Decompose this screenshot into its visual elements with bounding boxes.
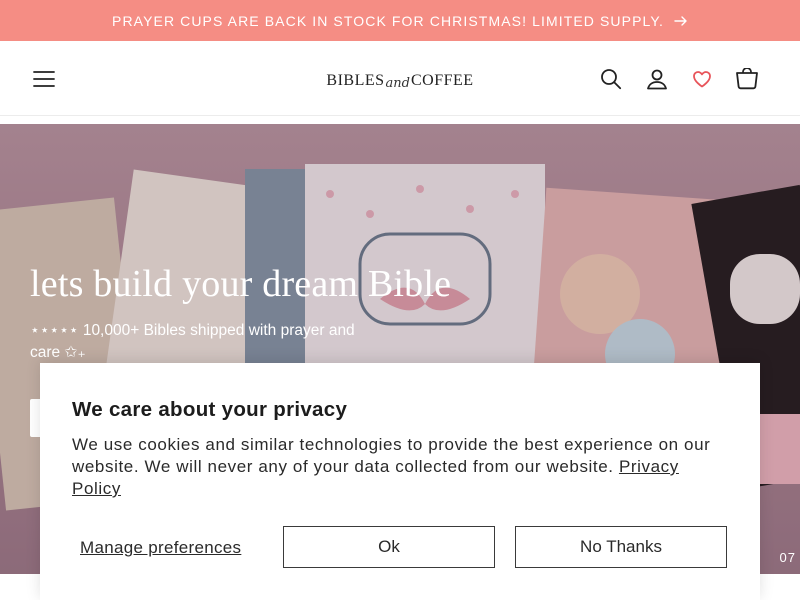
no-thanks-button[interactable]: No Thanks: [515, 526, 727, 568]
site-header: BIBLES and COFFEE: [0, 41, 800, 116]
announcement-bar[interactable]: PRAYER CUPS ARE BACK IN STOCK FOR CHRIST…: [0, 0, 800, 41]
hamburger-menu-icon[interactable]: [32, 67, 56, 91]
hero-subtitle: ⋆⋆⋆⋆⋆ 10,000+ Bibles shipped with prayer…: [30, 322, 355, 361]
logo-word-left: BIBLES: [326, 72, 385, 89]
heart-icon[interactable]: [690, 67, 714, 91]
cookie-banner: We care about your privacy We use cookie…: [40, 363, 760, 600]
site-logo[interactable]: BIBLES and COFFEE: [320, 68, 480, 94]
manage-preferences-link[interactable]: Manage preferences: [80, 538, 241, 558]
cookie-body: We use cookies and similar technologies …: [72, 434, 732, 500]
logo-word-middle: and: [385, 75, 410, 91]
cookie-body-text: We use cookies and similar technologies …: [72, 435, 711, 476]
ok-button[interactable]: Ok: [283, 526, 495, 568]
logo-word-right: COFFEE: [411, 72, 474, 89]
arrow-right-icon: [674, 14, 688, 28]
slide-counter: 07: [779, 550, 796, 565]
cookie-title: We care about your privacy: [72, 398, 348, 421]
announcement-text: PRAYER CUPS ARE BACK IN STOCK FOR CHRIST…: [112, 12, 664, 29]
search-icon[interactable]: [599, 67, 623, 91]
cart-icon[interactable]: [735, 67, 759, 91]
account-icon[interactable]: [645, 67, 669, 91]
hero-title: lets build your dream Bible: [30, 263, 452, 305]
